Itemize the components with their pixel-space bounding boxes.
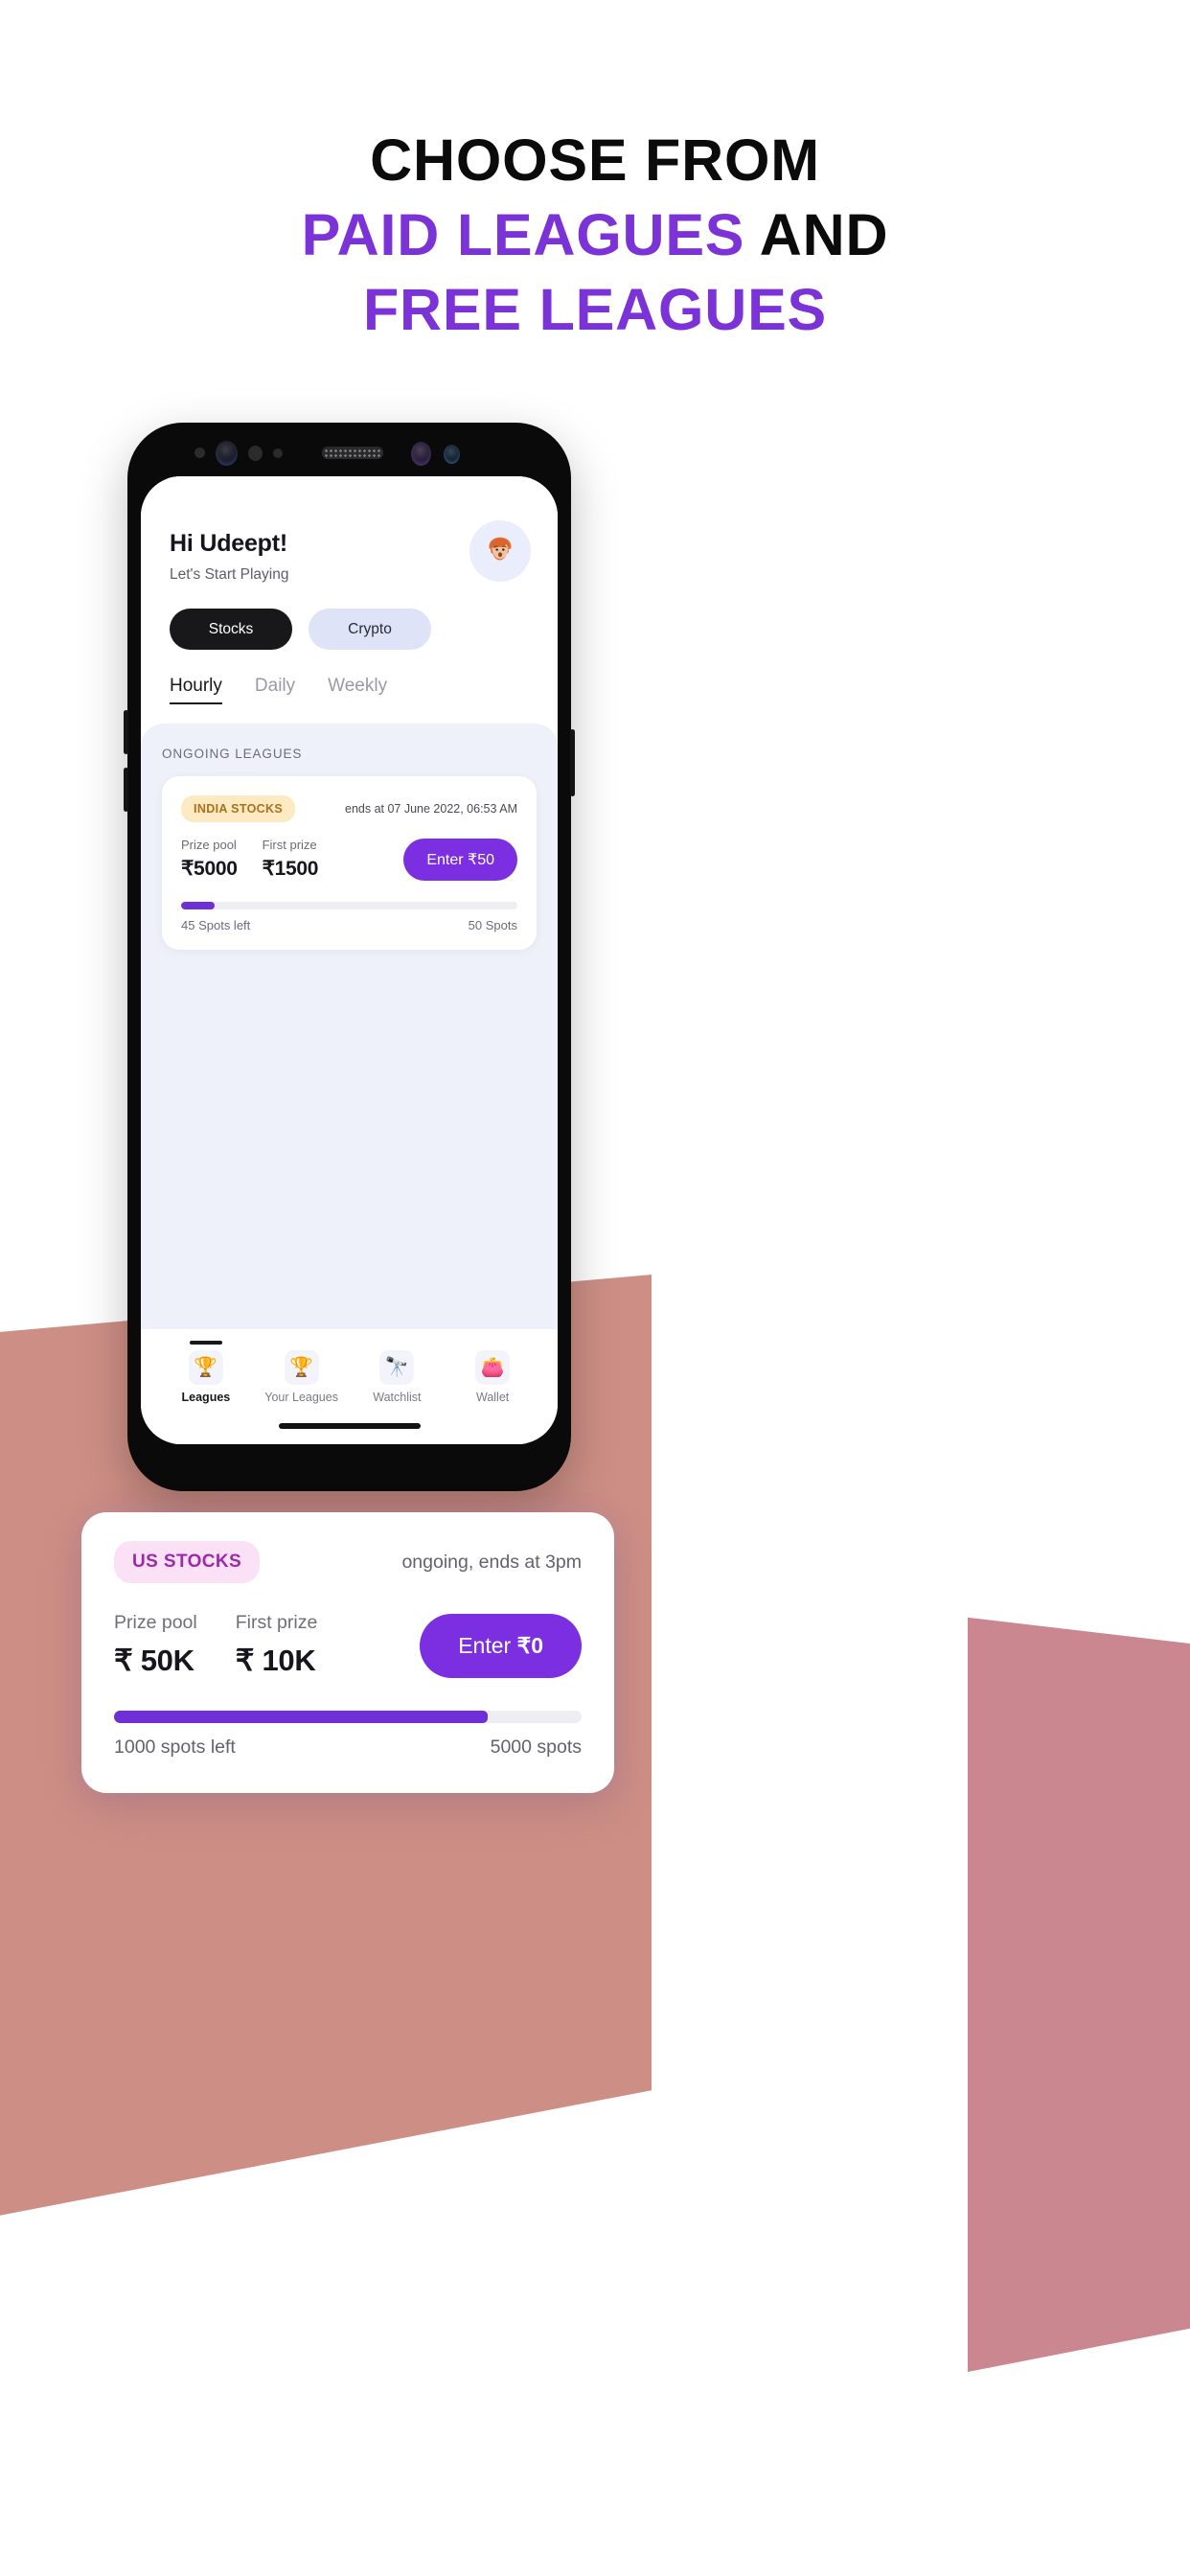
prize-pool-value: ₹5000 xyxy=(181,858,238,880)
ir-sensor-icon xyxy=(444,445,460,464)
app-header: Hi Udeept! Let's Start Playing Stocks Cr… xyxy=(141,476,558,724)
market-chip-india-stocks: INDIA STOCKS xyxy=(181,795,296,822)
float-enter-amount: ₹0 xyxy=(516,1633,543,1658)
avatar-face-icon xyxy=(489,537,512,561)
phone-frame: Hi Udeept! Let's Start Playing Stocks Cr… xyxy=(124,423,575,1491)
first-prize-label: First prize xyxy=(262,838,317,852)
ambient-sensor-icon xyxy=(195,448,205,458)
trophy-icon: 🏆 xyxy=(188,1350,223,1385)
float-spots-row: 1000 spots left 5000 spots xyxy=(114,1736,582,1759)
ongoing-leagues-section: ONGOING LEAGUES INDIA STOCKS ends at 07 … xyxy=(141,724,558,1329)
proximity-sensor-icon xyxy=(248,446,263,461)
float-prize-pool-value: ₹ 50K xyxy=(114,1644,195,1677)
league-card-us-stocks[interactable]: US STOCKS ongoing, ends at 3pm Prize poo… xyxy=(81,1512,614,1793)
nav-label-wallet: Wallet xyxy=(475,1391,510,1404)
headline-line-2: PAID LEAGUES AND xyxy=(0,197,1190,272)
phone-button-volume-down[interactable] xyxy=(124,768,128,812)
phone-button-power[interactable] xyxy=(570,729,575,796)
ongoing-leagues-title: ONGOING LEAGUES xyxy=(162,747,303,761)
bottom-navigation: 🏆 Leagues 🏆 Your Leagues 🔭 Watchlist 👛 W… xyxy=(141,1329,558,1404)
home-indicator[interactable] xyxy=(278,1423,421,1429)
float-card-header: US STOCKS ongoing, ends at 3pm xyxy=(114,1541,582,1583)
nav-item-wallet[interactable]: 👛 Wallet xyxy=(445,1343,540,1404)
spots-progress-track xyxy=(181,902,517,909)
nav-item-leagues[interactable]: 🏆 Leagues xyxy=(158,1341,254,1404)
league-card-india-stocks[interactable]: INDIA STOCKS ends at 07 June 2022, 06:53… xyxy=(162,776,537,950)
float-enter-prefix: Enter xyxy=(458,1633,517,1658)
spots-row: 45 Spots left 50 Spots xyxy=(181,918,517,932)
spots-left-label: 45 Spots left xyxy=(181,918,251,932)
float-spots-left-label: 1000 spots left xyxy=(114,1736,236,1758)
card-body: Prize pool ₹5000 First prize ₹1500 Enter… xyxy=(181,838,517,881)
promo-screenshot: CHOOSE FROM PAID LEAGUES AND FREE LEAGUE… xyxy=(0,0,1190,2576)
nav-label-your-leagues: Your Leagues xyxy=(264,1391,338,1404)
promo-headline: CHOOSE FROM PAID LEAGUES AND FREE LEAGUE… xyxy=(0,123,1190,347)
float-prize-pool-block: Prize pool ₹ 50K xyxy=(114,1612,197,1678)
period-tab-weekly[interactable]: Weekly xyxy=(328,676,387,704)
headline-line-1: CHOOSE FROM xyxy=(370,127,820,193)
card-header: INDIA STOCKS ends at 07 June 2022, 06:53… xyxy=(181,795,517,822)
headline-paid-leagues: PAID LEAGUES xyxy=(301,202,745,268)
league-end-time: ends at 07 June 2022, 06:53 AM xyxy=(345,802,517,816)
iris-scanner-icon xyxy=(411,442,431,466)
prize-pool-label: Prize pool xyxy=(181,838,237,852)
front-camera-icon xyxy=(216,441,238,466)
nav-label-watchlist: Watchlist xyxy=(373,1391,422,1404)
float-prize-pool-label: Prize pool xyxy=(114,1612,197,1633)
binoculars-icon: 🔭 xyxy=(379,1350,415,1385)
spots-total-label: 50 Spots xyxy=(468,918,517,932)
background-shape-right xyxy=(968,1617,1190,2372)
headline-and: AND xyxy=(744,202,889,268)
avatar[interactable] xyxy=(469,520,531,582)
prize-pool-block: Prize pool ₹5000 xyxy=(181,838,238,881)
app-root: Hi Udeept! Let's Start Playing Stocks Cr… xyxy=(141,476,558,1444)
float-first-prize-value: ₹ 10K xyxy=(235,1644,316,1677)
light-sensor-icon xyxy=(273,448,283,458)
float-spots-total-label: 5000 spots xyxy=(490,1736,582,1758)
float-card-body: Prize pool ₹ 50K First prize ₹ 10K Enter… xyxy=(114,1612,582,1678)
float-enter-league-button[interactable]: Enter ₹0 xyxy=(420,1614,582,1678)
market-toggle: Stocks Crypto xyxy=(170,609,529,650)
phone-button-volume-up[interactable] xyxy=(124,710,128,754)
nav-item-watchlist[interactable]: 🔭 Watchlist xyxy=(350,1343,446,1404)
float-spots-progress-fill xyxy=(114,1711,489,1723)
first-prize-value: ₹1500 xyxy=(262,858,319,880)
home-indicator-area xyxy=(141,1404,558,1444)
period-tab-hourly[interactable]: Hourly xyxy=(170,676,222,704)
nav-label-leagues: Leagues xyxy=(181,1391,231,1404)
phone-screen: Hi Udeept! Let's Start Playing Stocks Cr… xyxy=(141,476,558,1444)
earpiece-speaker-icon xyxy=(322,447,383,459)
float-spots-progress-track xyxy=(114,1711,582,1723)
period-tabs: Hourly Daily Weekly xyxy=(170,676,529,724)
spots-progress-fill xyxy=(181,902,216,909)
float-first-prize-label: First prize xyxy=(235,1612,318,1633)
market-tab-crypto[interactable]: Crypto xyxy=(309,609,431,650)
wallet-icon: 👛 xyxy=(475,1350,511,1385)
period-tab-daily[interactable]: Daily xyxy=(255,676,295,704)
enter-league-button[interactable]: Enter ₹50 xyxy=(403,839,517,881)
market-tab-stocks[interactable]: Stocks xyxy=(170,609,292,650)
market-chip-us-stocks: US STOCKS xyxy=(114,1541,261,1583)
headline-free-leagues: FREE LEAGUES xyxy=(362,277,828,343)
first-prize-block: First prize ₹1500 xyxy=(263,838,319,881)
nav-item-your-leagues[interactable]: 🏆 Your Leagues xyxy=(254,1343,350,1404)
float-league-end-time: ongoing, ends at 3pm xyxy=(401,1551,582,1573)
float-first-prize-block: First prize ₹ 10K xyxy=(236,1612,318,1678)
trophy-icon: 🏆 xyxy=(284,1350,319,1385)
